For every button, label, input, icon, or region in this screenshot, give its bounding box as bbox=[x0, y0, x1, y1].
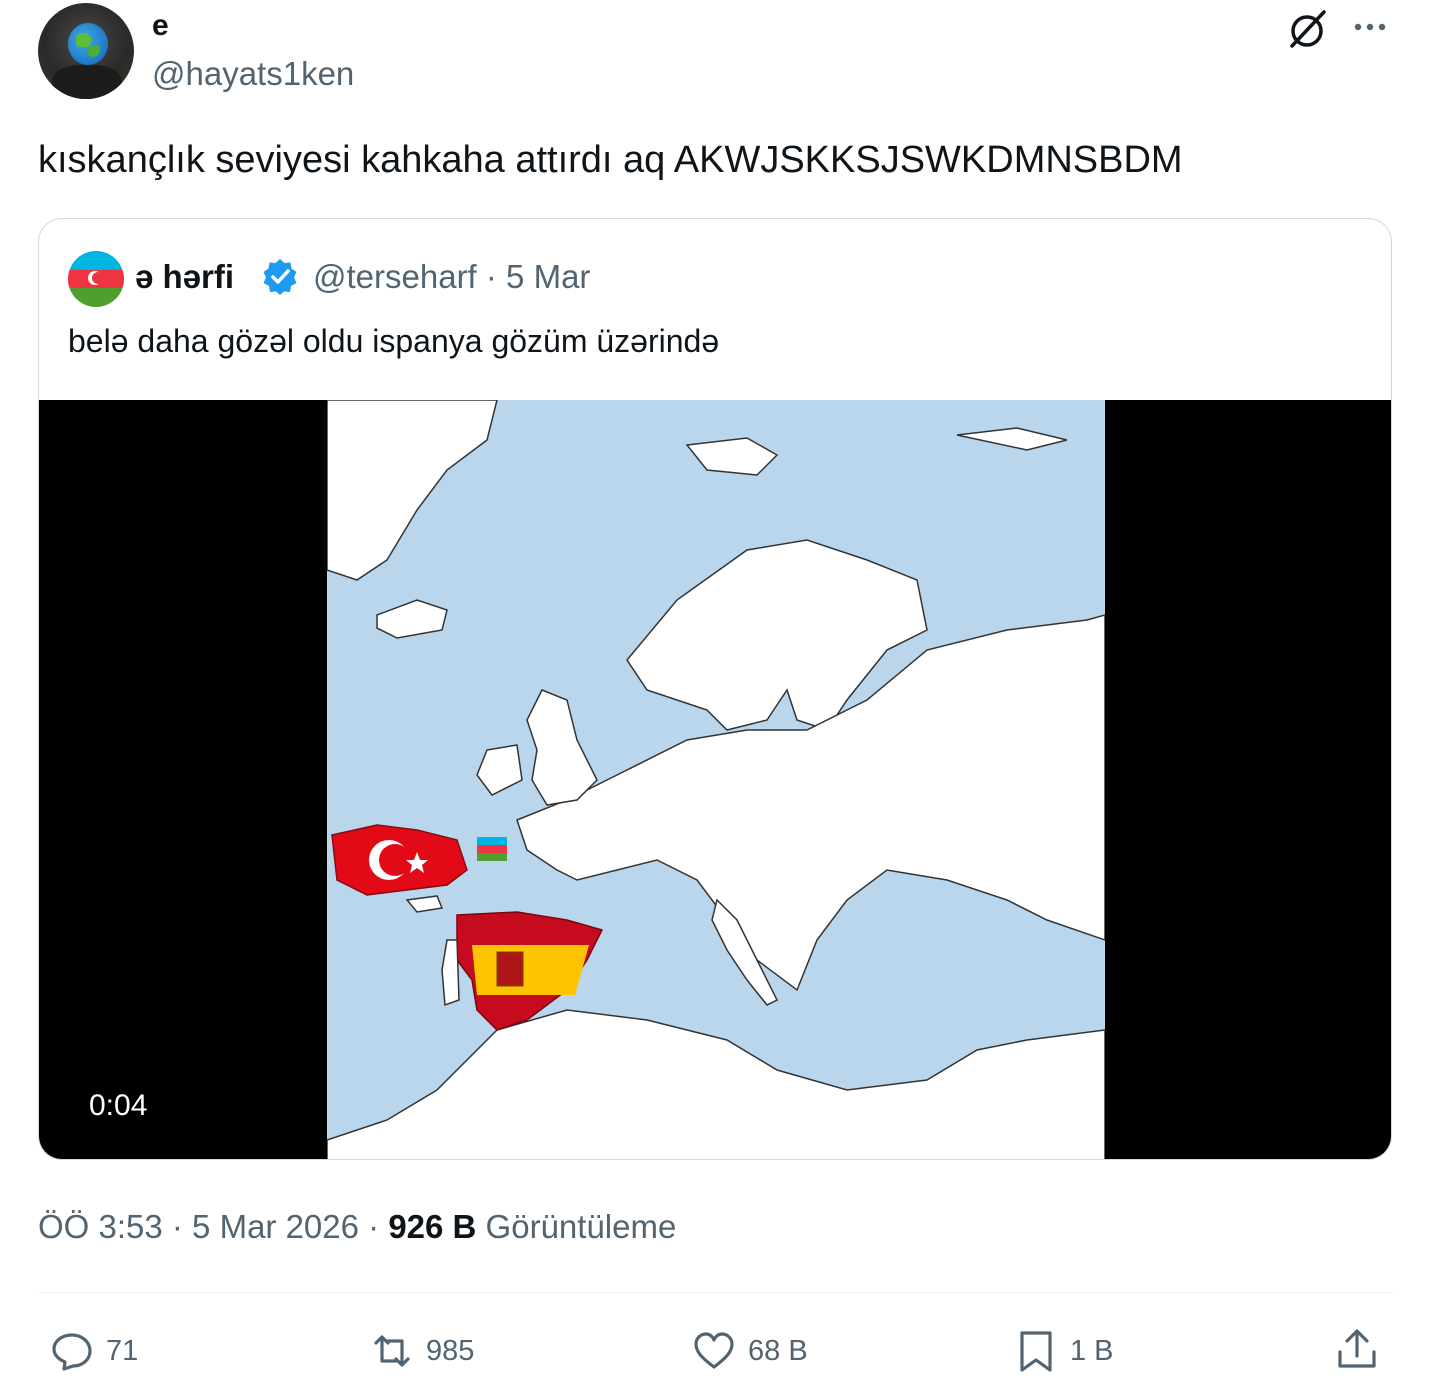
more-icon[interactable] bbox=[1350, 12, 1390, 42]
grok-icon[interactable] bbox=[1284, 6, 1330, 52]
video-player[interactable]: 0:04 bbox=[39, 400, 1391, 1159]
reply-icon bbox=[52, 1333, 92, 1371]
video-duration: 0:04 bbox=[89, 1089, 148, 1122]
quoted-tweet-text: belə daha gözəl oldu ispanya gözüm üzəri… bbox=[68, 323, 720, 359]
heart-icon bbox=[694, 1332, 734, 1369]
author-avatar[interactable] bbox=[38, 3, 134, 99]
author-display-name[interactable]: e bbox=[152, 8, 169, 44]
divider bbox=[38, 1292, 1394, 1293]
views-count: 926 B bbox=[388, 1208, 477, 1245]
quoted-author-name[interactable]: ə hərfi bbox=[135, 257, 234, 297]
share-icon[interactable] bbox=[1334, 1326, 1380, 1372]
globe-icon bbox=[68, 23, 108, 65]
quoted-handle-date[interactable]: @terseharf · 5 Mar bbox=[313, 257, 590, 297]
repost-count: 985 bbox=[426, 1334, 475, 1367]
like-button[interactable]: 68 B bbox=[692, 1326, 808, 1376]
azerbaijan-flag-icon[interactable] bbox=[68, 251, 124, 307]
reply-button[interactable]: 71 bbox=[50, 1326, 138, 1376]
reply-count: 71 bbox=[106, 1334, 139, 1367]
repost-button[interactable]: 985 bbox=[370, 1326, 474, 1376]
quoted-tweet[interactable]: ə hərfi @terseharf · 5 Mar belə daha göz… bbox=[38, 218, 1392, 1160]
author-handle[interactable]: @hayats1ken bbox=[152, 54, 354, 94]
europe-map-video-frame bbox=[327, 400, 1105, 1159]
repost-icon bbox=[374, 1335, 410, 1367]
bookmark-button[interactable]: 1 B bbox=[1014, 1326, 1114, 1376]
verified-badge-icon bbox=[263, 259, 297, 295]
like-count: 68 B bbox=[748, 1334, 808, 1367]
tweet-time[interactable]: ÖÖ 3:53 · 5 Mar 2026 · bbox=[38, 1208, 388, 1245]
bookmark-count: 1 B bbox=[1070, 1334, 1114, 1367]
tweet-text: kıskançlık seviyesi kahkaha attırdı aq A… bbox=[38, 139, 1183, 181]
views-label: Görüntüleme bbox=[476, 1208, 677, 1245]
tweet-timestamp: ÖÖ 3:53 · 5 Mar 2026 · 926 B Görüntüleme bbox=[38, 1206, 676, 1248]
bookmark-icon bbox=[1020, 1331, 1052, 1372]
